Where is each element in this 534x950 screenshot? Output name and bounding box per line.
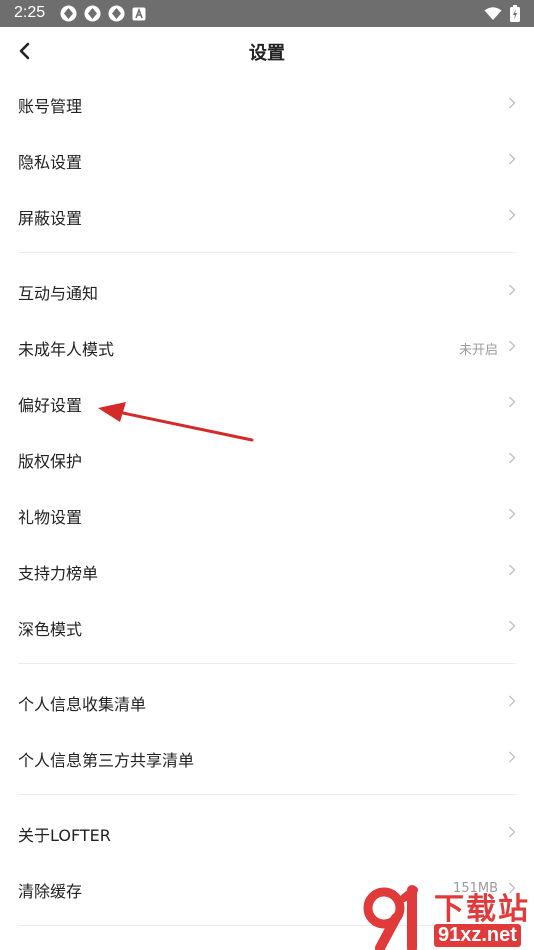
settings-item-label: 偏好设置 <box>18 396 83 415</box>
chevron-right-icon <box>508 340 516 352</box>
chevron-right-icon <box>508 452 516 464</box>
settings-item-dark-mode[interactable]: 深色模式 <box>0 598 534 654</box>
chevron-right-icon <box>508 284 516 296</box>
app-icon <box>84 5 101 22</box>
settings-item-preferences[interactable]: 偏好设置 <box>0 374 534 430</box>
chevron-right-icon <box>508 209 516 221</box>
chevron-right-icon <box>508 564 516 576</box>
watermark: 下载站 91xz.net <box>362 884 534 950</box>
chevron-right-icon <box>508 153 516 165</box>
settings-item-label: 未成年人模式 <box>18 340 115 359</box>
chevron-right-icon <box>508 695 516 707</box>
settings-item-label: 版权保护 <box>18 452 83 471</box>
settings-item-copyright[interactable]: 版权保护 <box>0 430 534 486</box>
settings-item-interaction-notification[interactable]: 互动与通知 <box>0 262 534 318</box>
settings-item-label: 个人信息第三方共享清单 <box>18 751 195 770</box>
settings-item-personal-info-list[interactable]: 个人信息收集清单 <box>0 673 534 729</box>
settings-item-minor-mode[interactable]: 未成年人模式 未开启 <box>0 318 534 374</box>
settings-list: 账号管理 隐私设置 屏蔽设置 互动与通知 未成年人模式 未开启 偏好设置 版权保… <box>0 75 534 935</box>
settings-item-support-ranking[interactable]: 支持力榜单 <box>0 542 534 598</box>
app-icon <box>108 5 125 22</box>
settings-item-about[interactable]: 关于LOFTER <box>0 804 534 860</box>
watermark-title: 下载站 <box>434 892 530 927</box>
settings-item-label: 账号管理 <box>18 97 83 116</box>
settings-item-label: 互动与通知 <box>18 284 99 303</box>
section-divider <box>0 654 534 673</box>
top-app-bar: 设置 <box>0 27 534 75</box>
section-divider <box>0 243 534 262</box>
status-notification-icons <box>60 5 146 22</box>
chevron-right-icon <box>508 396 516 408</box>
settings-item-label: 支持力榜单 <box>18 564 99 583</box>
settings-item-account[interactable]: 账号管理 <box>0 75 534 131</box>
app-icon <box>60 5 77 22</box>
watermark-domain: 91xz.net <box>434 924 521 947</box>
status-time: 2:25 <box>14 4 46 21</box>
settings-item-label: 个人信息收集清单 <box>18 695 147 714</box>
annotation-arrow-icon <box>98 402 254 442</box>
settings-item-third-party-sharing[interactable]: 个人信息第三方共享清单 <box>0 729 534 785</box>
settings-item-privacy[interactable]: 隐私设置 <box>0 131 534 187</box>
battery-icon <box>510 5 520 22</box>
status-bar: 2:25 <box>0 0 534 27</box>
status-system-icons <box>484 5 520 22</box>
settings-item-label: 隐私设置 <box>18 153 83 172</box>
settings-item-label: 清除缓存 <box>18 882 83 901</box>
settings-item-gifts[interactable]: 礼物设置 <box>0 486 534 542</box>
page-title: 设置 <box>249 43 285 64</box>
chevron-right-icon <box>508 826 516 838</box>
chevron-right-icon <box>508 508 516 520</box>
minor-mode-status: 未开启 <box>458 343 498 358</box>
chevron-right-icon <box>508 97 516 109</box>
section-divider <box>0 785 534 804</box>
watermark-logo-icon <box>363 885 418 950</box>
settings-item-label: 礼物设置 <box>18 508 83 527</box>
wifi-icon <box>484 6 502 20</box>
settings-item-label: 关于LOFTER <box>18 826 111 845</box>
chevron-right-icon <box>508 620 516 632</box>
chevron-right-icon <box>508 751 516 763</box>
settings-item-label: 深色模式 <box>18 620 83 639</box>
settings-item-label: 屏蔽设置 <box>18 209 83 228</box>
settings-item-block[interactable]: 屏蔽设置 <box>0 187 534 243</box>
a-badge-icon <box>132 7 146 20</box>
